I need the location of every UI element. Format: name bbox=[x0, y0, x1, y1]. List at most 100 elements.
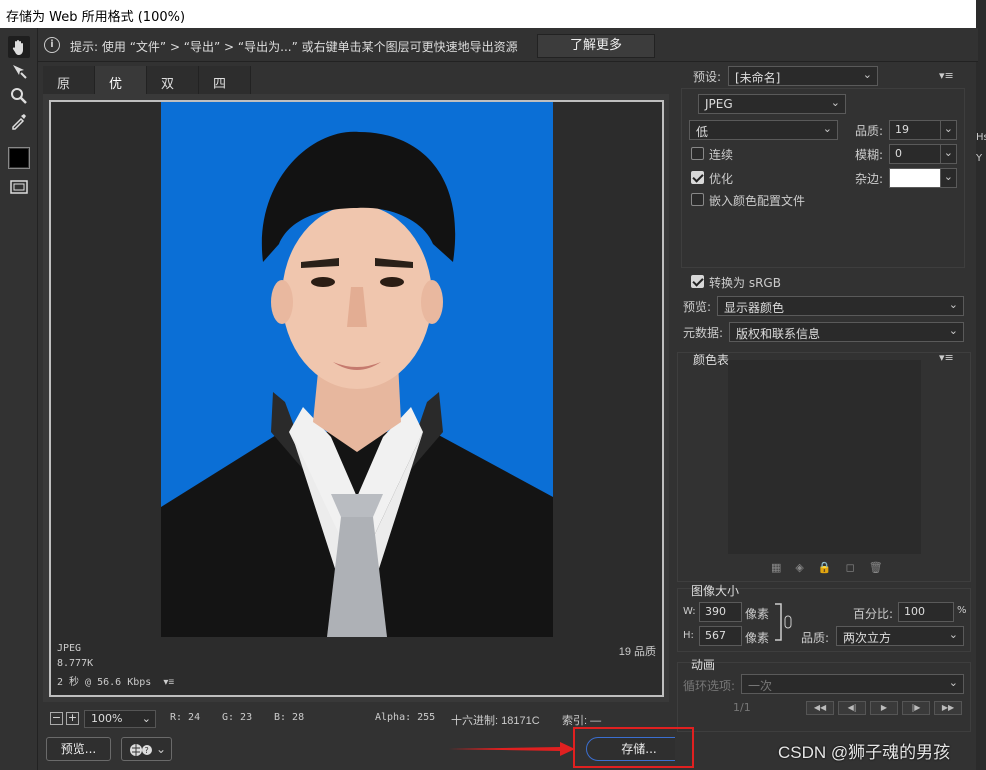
chevron-down-icon: ⌄ bbox=[943, 122, 953, 135]
metadata-select[interactable]: 版权和联系信息 ⌄ bbox=[729, 322, 964, 342]
matte-dropdown[interactable]: ⌄ bbox=[940, 168, 957, 188]
percent-unit: % bbox=[957, 605, 967, 616]
browser-globe-icon: ? bbox=[130, 743, 152, 756]
width-input[interactable]: 390 bbox=[699, 602, 742, 622]
loop-label: 循环选项: bbox=[683, 679, 736, 693]
compression-select[interactable]: 低 ⌄ bbox=[689, 120, 838, 140]
progressive-label: 连续 bbox=[709, 148, 734, 162]
lock-color-icon[interactable]: 🔒 bbox=[818, 561, 846, 574]
hint-text: 提示: 使用 “文件” > “导出” > “导出为...” 或右键单击某个图层可… bbox=[70, 40, 518, 54]
browser-preview-button[interactable]: ? ⌄ bbox=[121, 737, 172, 761]
blur-input[interactable]: 0 bbox=[889, 144, 941, 164]
embed-profile-checkbox[interactable] bbox=[691, 193, 704, 206]
zoom-level-select[interactable]: 100% ⌄ bbox=[84, 710, 156, 728]
panel-menu-icon[interactable]: ▾≡ bbox=[939, 69, 954, 82]
zoom-tool[interactable] bbox=[8, 85, 30, 107]
animation-group bbox=[677, 662, 971, 732]
window-title: 存储为 Web 所用格式 (100%) bbox=[6, 10, 186, 25]
toggle-slices-visibility[interactable] bbox=[8, 176, 30, 198]
chevron-down-icon: ⌄ bbox=[948, 324, 958, 337]
strip-label-y: Y bbox=[976, 153, 983, 164]
convert-srgb-checkbox[interactable] bbox=[691, 275, 704, 288]
percent-label: 百分比: bbox=[853, 607, 894, 621]
last-frame-button[interactable]: ▶▶ bbox=[934, 701, 962, 715]
quality-input[interactable]: 19 bbox=[889, 120, 941, 140]
eyedropper-color-swatch[interactable] bbox=[8, 147, 30, 169]
metadata-label: 元数据: bbox=[683, 326, 724, 340]
learn-more-button[interactable]: 了解更多 bbox=[537, 34, 655, 58]
first-frame-button[interactable]: ◀◀ bbox=[806, 701, 834, 715]
previous-frame-button[interactable]: ◀| bbox=[838, 701, 866, 715]
chevron-down-icon: ⌄ bbox=[155, 742, 166, 756]
image-size-title: 图像大小 bbox=[691, 584, 740, 598]
save-highlight-box bbox=[573, 727, 694, 768]
tab-4-up[interactable]: 四联 bbox=[199, 66, 251, 111]
height-unit: 像素 bbox=[745, 631, 770, 645]
color-table bbox=[728, 360, 921, 554]
web-shift-icon[interactable]: ◈ bbox=[795, 561, 817, 574]
strip-label-hs: Hs bbox=[976, 132, 986, 143]
download-time-menu-icon[interactable]: ▾≡ bbox=[163, 677, 174, 688]
quality-dropdown[interactable]: ⌄ bbox=[940, 120, 957, 140]
save-for-web-dialog: i 提示: 使用 “文件” > “导出” > “导出为...” 或右键单击某个图… bbox=[0, 28, 978, 770]
background-window-strip bbox=[976, 0, 986, 770]
loop-select[interactable]: 一次 ⌄ bbox=[741, 674, 964, 694]
width-unit: 像素 bbox=[745, 607, 770, 621]
play-button[interactable]: ▶ bbox=[870, 701, 898, 715]
matte-color-swatch[interactable] bbox=[889, 168, 941, 188]
matte-label: 杂边: bbox=[855, 172, 884, 186]
slices-icon bbox=[10, 180, 28, 194]
eyedropper-icon bbox=[12, 114, 26, 130]
info-format: JPEG bbox=[57, 643, 82, 654]
delete-color-icon[interactable]: 🗑 bbox=[869, 561, 897, 574]
resample-quality-label: 品质: bbox=[801, 631, 830, 645]
readout-alpha: Alpha: 255 bbox=[375, 712, 436, 723]
preview-mode-label: 预览: bbox=[683, 300, 712, 314]
preview-area: JPEG 8.777K 2 秒 @ 56.6 Kbps ▾≡ 19 品质 bbox=[43, 94, 669, 702]
tab-optimized[interactable]: 优化 bbox=[95, 66, 147, 111]
animation-title: 动画 bbox=[691, 658, 716, 672]
link-constrain-icon[interactable] bbox=[773, 602, 795, 642]
preview-button[interactable]: 预览... bbox=[46, 737, 111, 761]
quality-label: 品质: bbox=[855, 124, 884, 138]
percent-input[interactable]: 100 bbox=[898, 602, 954, 622]
progressive-checkbox[interactable] bbox=[691, 147, 704, 160]
readout-r: R: 24 bbox=[170, 712, 201, 723]
width-label: W: bbox=[683, 606, 696, 617]
csdn-watermark: CSDN @狮子魂的男孩 bbox=[778, 743, 951, 762]
zoom-icon bbox=[11, 88, 27, 104]
tab-2-up[interactable]: 双联 bbox=[147, 66, 199, 111]
preset-select[interactable]: [未命名] ⌄ bbox=[728, 66, 878, 86]
optimized-checkbox[interactable] bbox=[691, 171, 704, 184]
zoom-out-button[interactable]: − bbox=[50, 712, 63, 725]
map-color-icon[interactable]: ▦ bbox=[771, 561, 795, 574]
tab-original[interactable]: 原稿 bbox=[43, 66, 95, 111]
info-download-time: 2 秒 @ 56.6 Kbps ▾≡ bbox=[57, 677, 175, 688]
convert-srgb-label: 转换为 sRGB bbox=[709, 276, 781, 290]
blur-label: 模糊: bbox=[855, 148, 884, 162]
height-label: H: bbox=[683, 630, 694, 641]
format-select[interactable]: JPEG ⌄ bbox=[698, 94, 846, 114]
resample-quality-select[interactable]: 两次立方 ⌄ bbox=[836, 626, 964, 646]
slice-select-tool[interactable] bbox=[8, 60, 30, 82]
blur-dropdown[interactable]: ⌄ bbox=[940, 144, 957, 164]
chevron-down-icon: ⌄ bbox=[948, 298, 958, 311]
chevron-down-icon: ⌄ bbox=[943, 146, 953, 159]
portrait-illustration bbox=[161, 102, 553, 637]
color-table-actions: ▦◈🔒◻🗑 bbox=[771, 561, 897, 574]
preview-mode-select[interactable]: 显示器颜色 ⌄ bbox=[717, 296, 964, 316]
chevron-down-icon: ⌄ bbox=[830, 96, 840, 109]
zoom-in-button[interactable]: + bbox=[66, 712, 79, 725]
height-input[interactable]: 567 bbox=[699, 626, 742, 646]
optimized-preview[interactable]: JPEG 8.777K 2 秒 @ 56.6 Kbps ▾≡ 19 品质 bbox=[49, 100, 664, 697]
portrait-photo bbox=[161, 102, 553, 637]
eyedropper-tool[interactable] bbox=[8, 110, 30, 132]
color-table-menu-icon[interactable]: ▾≡ bbox=[939, 351, 954, 364]
next-frame-button[interactable]: |▶ bbox=[902, 701, 930, 715]
readout-hex: 十六进制: 18171C bbox=[451, 715, 540, 727]
readout-g: G: 23 bbox=[222, 712, 253, 723]
chevron-down-icon: ⌄ bbox=[948, 628, 958, 641]
new-color-icon[interactable]: ◻ bbox=[846, 561, 869, 574]
hand-tool[interactable] bbox=[8, 36, 30, 58]
hand-icon bbox=[12, 40, 23, 55]
